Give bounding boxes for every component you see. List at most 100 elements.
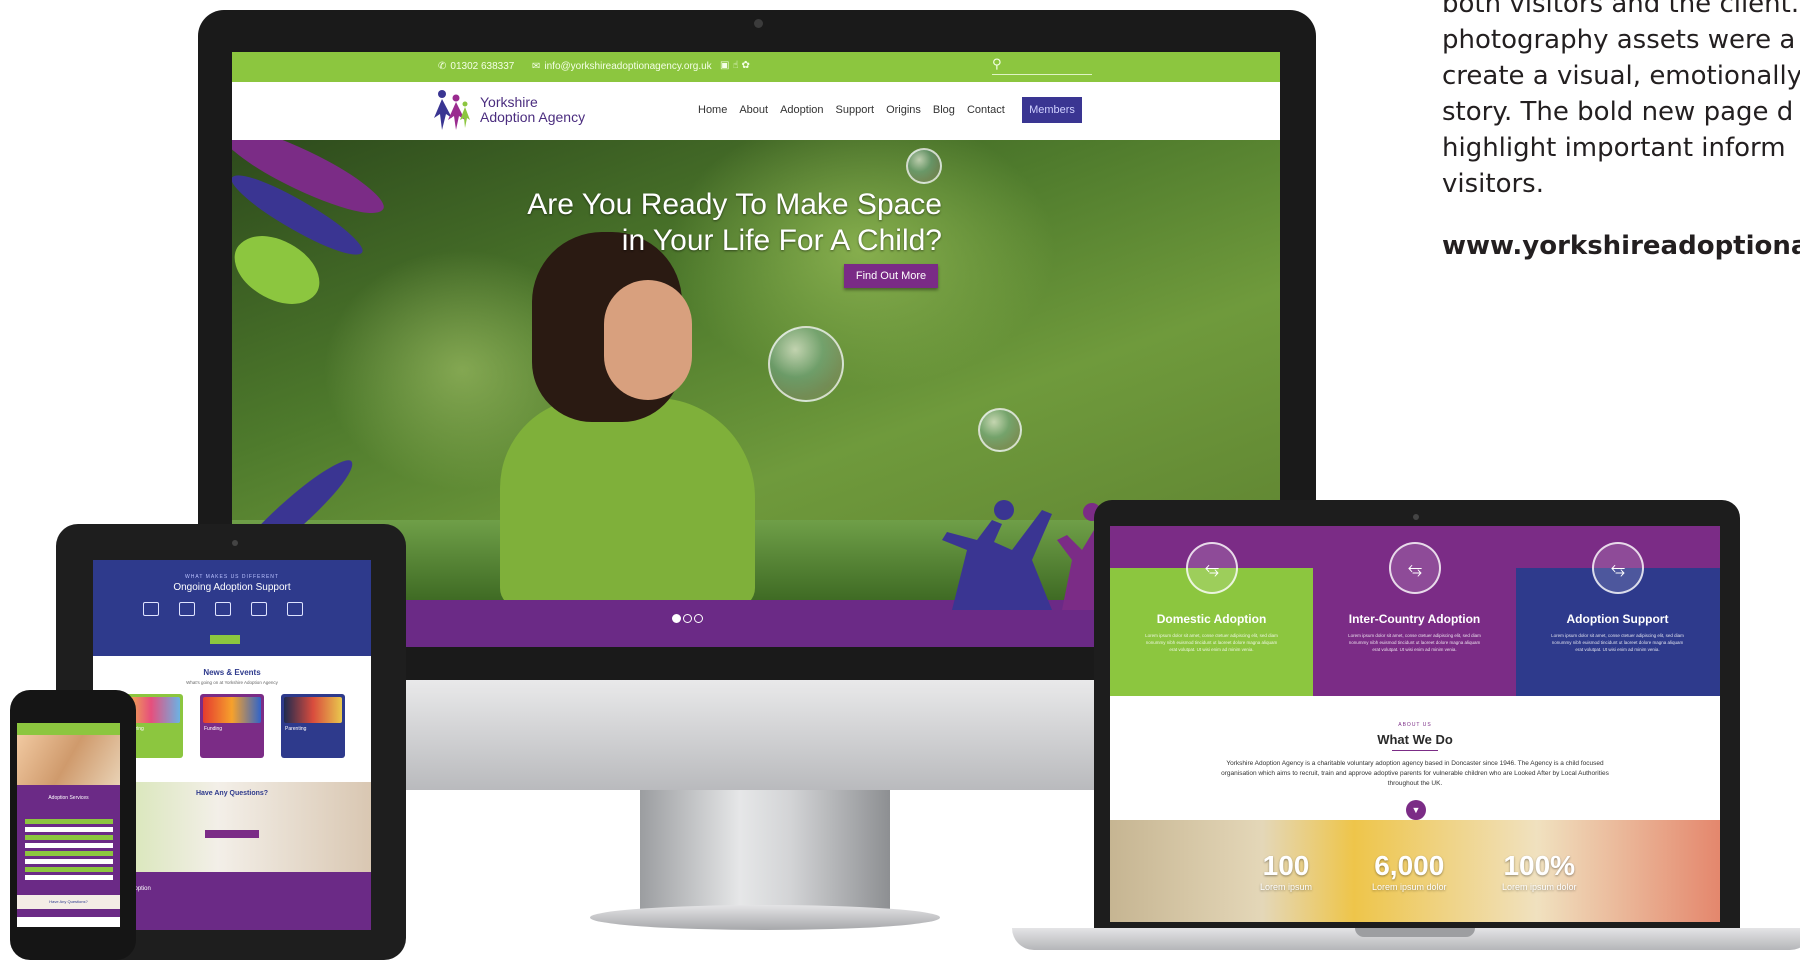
phone-hero-image xyxy=(17,735,120,785)
phone-menu-row[interactable] xyxy=(25,843,113,848)
panel-title: Adoption Support xyxy=(1566,612,1669,626)
stat-label: Lorem ipsum xyxy=(1260,882,1313,892)
slider-dot[interactable] xyxy=(694,614,703,623)
slider-dot[interactable] xyxy=(672,614,681,623)
side-line: visitors. xyxy=(1442,169,1544,199)
slider-dots xyxy=(672,614,703,623)
news-card-title: Funding xyxy=(204,726,223,732)
calendar-icon[interactable] xyxy=(143,602,159,616)
logo-text[interactable]: Adoption Agency xyxy=(480,109,585,125)
side-line: story. The bold new page d xyxy=(1442,97,1794,127)
nav-home[interactable]: Home xyxy=(698,100,727,116)
phone-menu-row[interactable] xyxy=(25,875,113,880)
imac-foot xyxy=(590,905,940,930)
email-address: info@yorkshireadoptionagency.org.uk xyxy=(544,61,712,72)
news-heading: News & Events xyxy=(203,668,261,677)
about-kicker: ABOUT US xyxy=(1398,722,1432,728)
stat-label: Lorem ipsum dolor xyxy=(1502,882,1577,892)
hero-title: Are You Ready To Make Space in Your Life… xyxy=(512,187,942,259)
stat-label: Lorem ipsum dolor xyxy=(1372,882,1447,892)
side-line: photography assets were a xyxy=(1442,25,1796,55)
logo-text[interactable]: Yorkshire xyxy=(480,94,538,110)
chat-icon[interactable] xyxy=(287,602,303,616)
side-url[interactable]: www.yorkshireadoptionag xyxy=(1442,228,1800,264)
slider-dot[interactable] xyxy=(683,614,692,623)
stat-value: 6,000 xyxy=(1374,850,1445,881)
logo-figures-icon[interactable] xyxy=(432,88,470,132)
stat-item: 6,000 Lorem ipsum dolor xyxy=(1372,850,1447,892)
news-subheading: What's going on at Yorkshire Adoption Ag… xyxy=(186,680,278,685)
bubble-image xyxy=(906,148,942,184)
phone-topbar xyxy=(17,723,120,735)
twitter-icon[interactable]: ✿ xyxy=(742,60,753,71)
chevron-down-icon[interactable]: ▼ xyxy=(1406,800,1426,820)
tablet-camera xyxy=(232,540,238,546)
hero-child-image xyxy=(500,398,755,608)
nav-adoption[interactable]: Adoption xyxy=(780,100,823,116)
nav-blog[interactable]: Blog xyxy=(933,100,955,116)
phone-menu-row[interactable] xyxy=(25,851,113,856)
like-icon[interactable]: ☝ xyxy=(732,60,741,71)
phone-section-title: Adoption Services xyxy=(48,795,89,801)
laptop-website: ⥃ Domestic Adoption Lorem ipsum dolor si… xyxy=(1110,526,1720,922)
panel-text: Lorem ipsum dolor sit amet, conse ctetue… xyxy=(1551,633,1684,652)
news-card[interactable]: Parenting xyxy=(281,694,345,758)
news-card-title: Parenting xyxy=(285,726,307,732)
questions-button[interactable] xyxy=(205,830,259,838)
title-divider xyxy=(1392,750,1438,751)
news-card[interactable]: Funding xyxy=(200,694,264,758)
laptop-notch xyxy=(1355,928,1475,937)
people-icon[interactable] xyxy=(179,602,195,616)
stats-band: 100 Lorem ipsum 6,000 Lorem ipsum dolor … xyxy=(1110,820,1720,922)
topbar-email[interactable]: ✉ info@yorkshireadoptionagency.org.uk xyxy=(532,61,712,72)
panel-title: Inter-Country Adoption xyxy=(1348,612,1481,626)
stat-item: 100% Lorem ipsum dolor xyxy=(1502,850,1577,892)
arrows-icon: ⥃ xyxy=(1186,542,1238,594)
arrows-icon: ⥃ xyxy=(1592,542,1644,594)
laptop-camera xyxy=(1413,514,1419,520)
nav-menu: Home About Adoption Support Origins Blog… xyxy=(698,100,1005,116)
panel-title: Domestic Adoption xyxy=(1156,612,1267,626)
search-icon[interactable]: ⚲ xyxy=(992,56,1002,72)
phone-menu-row[interactable] xyxy=(25,819,113,824)
side-copy: both visitors and the client. photograph… xyxy=(1442,0,1800,264)
side-line: create a visual, emotionally xyxy=(1442,61,1800,91)
topbar-phone[interactable]: ✆ 01302 638337 xyxy=(438,61,514,72)
phone-menu-row[interactable] xyxy=(25,835,113,840)
find-out-more-button[interactable]: Find Out More xyxy=(844,264,938,288)
phone-menu-row[interactable] xyxy=(25,827,113,832)
mail-icon: ✉ xyxy=(532,61,541,72)
phone-icon: ✆ xyxy=(438,61,447,72)
members-button[interactable]: Members xyxy=(1022,97,1082,123)
nav-support[interactable]: Support xyxy=(836,100,875,116)
stat-item: 100 Lorem ipsum xyxy=(1260,850,1312,892)
tablet-green-button[interactable] xyxy=(210,635,240,644)
stat-value: 100% xyxy=(1503,850,1576,881)
phone-number: 01302 638337 xyxy=(450,61,515,72)
info-icon[interactable] xyxy=(251,602,267,616)
facebook-icon[interactable]: ▣ xyxy=(720,60,732,71)
phone-menu-row[interactable] xyxy=(25,867,113,872)
search-input[interactable]: ⚲ xyxy=(992,56,1092,75)
mockup-stage: { "side_text": { "lines": ["both visitor… xyxy=(0,0,1800,960)
arrows-icon: ⥃ xyxy=(1389,542,1441,594)
phone-menu-row[interactable] xyxy=(25,859,113,864)
imac-camera xyxy=(754,19,763,28)
tablet-heading: Ongoing Adoption Support xyxy=(173,582,291,593)
tablet-support-section: WHAT MAKES US DIFFERENT Ongoing Adoption… xyxy=(93,560,371,656)
social-icons: ▣☝✿ xyxy=(720,60,753,71)
main-nav: Yorkshire Adoption Agency Home About Ado… xyxy=(232,82,1280,140)
news-card-image xyxy=(203,697,261,723)
nav-about[interactable]: About xyxy=(739,100,768,116)
nav-origins[interactable]: Origins xyxy=(886,100,921,116)
service-panel[interactable]: ⥃ Inter-Country Adoption Lorem ipsum dol… xyxy=(1313,542,1516,696)
panel-text: Lorem ipsum dolor sit amet, conse ctetue… xyxy=(1348,633,1481,652)
bubble-image xyxy=(768,326,844,402)
service-panel[interactable]: ⥃ Domestic Adoption Lorem ipsum dolor si… xyxy=(1110,542,1313,696)
service-panel[interactable]: ⥃ Adoption Support Lorem ipsum dolor sit… xyxy=(1516,542,1720,696)
about-body: Yorkshire Adoption Agency is a charitabl… xyxy=(1221,760,1609,787)
nav-contact[interactable]: Contact xyxy=(967,100,1005,116)
panel-text: Lorem ipsum dolor sit amet, conse ctetue… xyxy=(1145,633,1278,652)
stat-value: 100 xyxy=(1262,850,1310,881)
document-icon[interactable] xyxy=(215,602,231,616)
